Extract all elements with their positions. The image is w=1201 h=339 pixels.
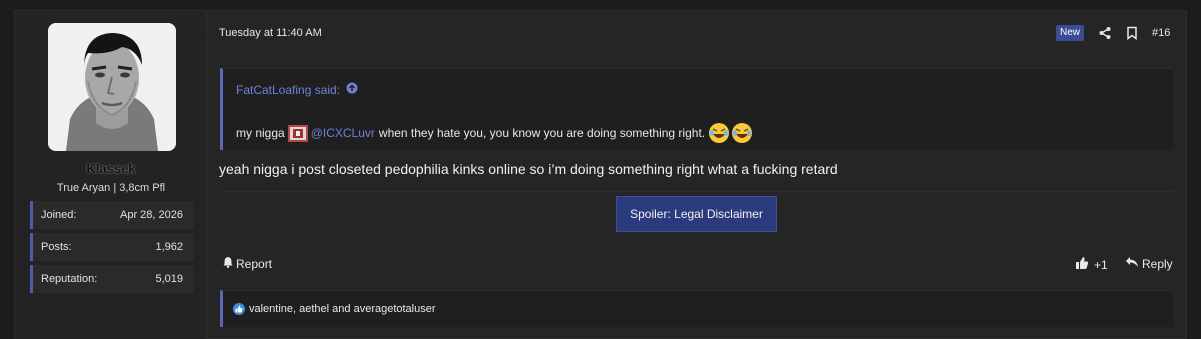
- reactions-bar[interactable]: valentine, aethel and averagetotaluser: [220, 290, 1173, 327]
- reply-icon: [1125, 256, 1139, 271]
- stat-label: Joined:: [41, 209, 77, 221]
- avatar[interactable]: [48, 23, 176, 151]
- laughing-emoji-icon: [708, 122, 730, 144]
- thumbs-up-icon[interactable]: [1075, 256, 1089, 273]
- post-body: yeah nigga i post closeted pedophilia ki…: [219, 161, 838, 177]
- post-timestamp[interactable]: Tuesday at 11:40 AM: [219, 27, 322, 39]
- stat-label: Reputation:: [41, 273, 98, 285]
- quote-text-after: when they hate you, you know you are doi…: [378, 126, 706, 140]
- arrow-up-circle-icon[interactable]: [346, 82, 358, 97]
- post-pointer-arrow: [207, 28, 216, 42]
- stat-reputation: Reputation: 5,019: [30, 265, 194, 293]
- mention-avatar-icon: [287, 124, 308, 142]
- reactions-users[interactable]: valentine, aethel and averagetotaluser: [249, 303, 436, 315]
- stat-label: Posts:: [41, 241, 72, 253]
- stat-joined: Joined: Apr 28, 2026: [30, 201, 194, 229]
- quote-author[interactable]: FatCatLoafing said:: [236, 83, 340, 97]
- report-label[interactable]: Report: [236, 257, 272, 271]
- like-count: +1: [1094, 257, 1108, 272]
- quote-author-link[interactable]: FatCatLoafing said:: [236, 82, 358, 97]
- post-number-link[interactable]: #16: [1152, 27, 1170, 39]
- laughing-emoji-icon: [731, 122, 753, 144]
- spoiler-button[interactable]: Spoiler: Legal Disclaimer: [616, 196, 777, 232]
- user-sidebar: Klassek True Aryan | 3,8cm Pfl Joined: A…: [15, 11, 207, 339]
- divider: [220, 191, 1173, 192]
- bookmark-icon[interactable]: [1125, 26, 1139, 40]
- like-button[interactable]: +1: [1075, 256, 1108, 273]
- reply-button[interactable]: Reply: [1125, 256, 1173, 271]
- reply-label[interactable]: Reply: [1142, 257, 1173, 271]
- stat-value: 1,962: [155, 241, 183, 253]
- quote-text-before: my nigga: [236, 126, 285, 140]
- bell-icon: [222, 256, 234, 271]
- username[interactable]: Klassek: [15, 161, 207, 176]
- quote-text: my nigga @ICXCLuvr when they hate you, y…: [236, 122, 753, 144]
- stat-posts: Posts: 1,962: [30, 233, 194, 261]
- user-title: True Aryan | 3,8cm Pfl: [56, 182, 166, 194]
- report-link[interactable]: Report: [222, 256, 272, 271]
- like-reaction-icon: [233, 303, 245, 315]
- user-mention-link[interactable]: @ICXCLuvr: [311, 126, 375, 140]
- share-icon[interactable]: [1098, 26, 1112, 40]
- stat-value: 5,019: [155, 273, 183, 285]
- quote-block: FatCatLoafing said: my nigga @ICXCLuvr w…: [220, 68, 1173, 150]
- stat-value: Apr 28, 2026: [120, 209, 183, 221]
- post-container: Klassek True Aryan | 3,8cm Pfl Joined: A…: [14, 10, 1187, 339]
- new-badge: New: [1056, 25, 1085, 41]
